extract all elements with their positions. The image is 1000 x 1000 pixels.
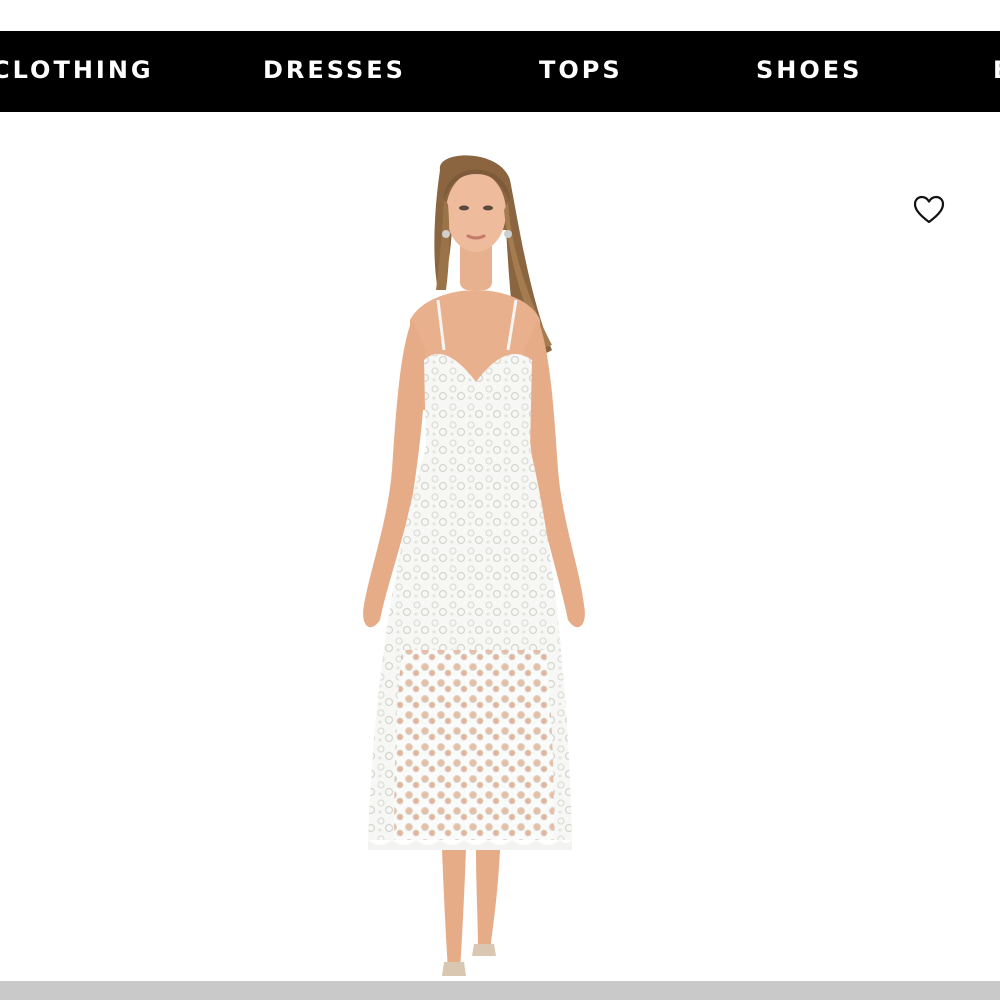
product-model-image[interactable] (340, 150, 600, 980)
category-nav-bar: CLOTHING DRESSES TOPS SHOES B (0, 31, 1000, 112)
nav-item-dresses[interactable]: DRESSES (263, 31, 406, 112)
nav-item-tops[interactable]: TOPS (539, 31, 623, 112)
product-page: CLOTHING DRESSES TOPS SHOES B (0, 0, 1000, 1000)
nav-item-clothing[interactable]: CLOTHING (0, 31, 154, 112)
heart-outline-icon (913, 195, 945, 224)
wishlist-button[interactable] (912, 194, 946, 226)
top-margin (0, 0, 1000, 31)
bottom-scroll-bar (0, 981, 1000, 1000)
nav-item-shoes[interactable]: SHOES (756, 31, 862, 112)
nav-item-partial[interactable]: B (993, 31, 1000, 112)
